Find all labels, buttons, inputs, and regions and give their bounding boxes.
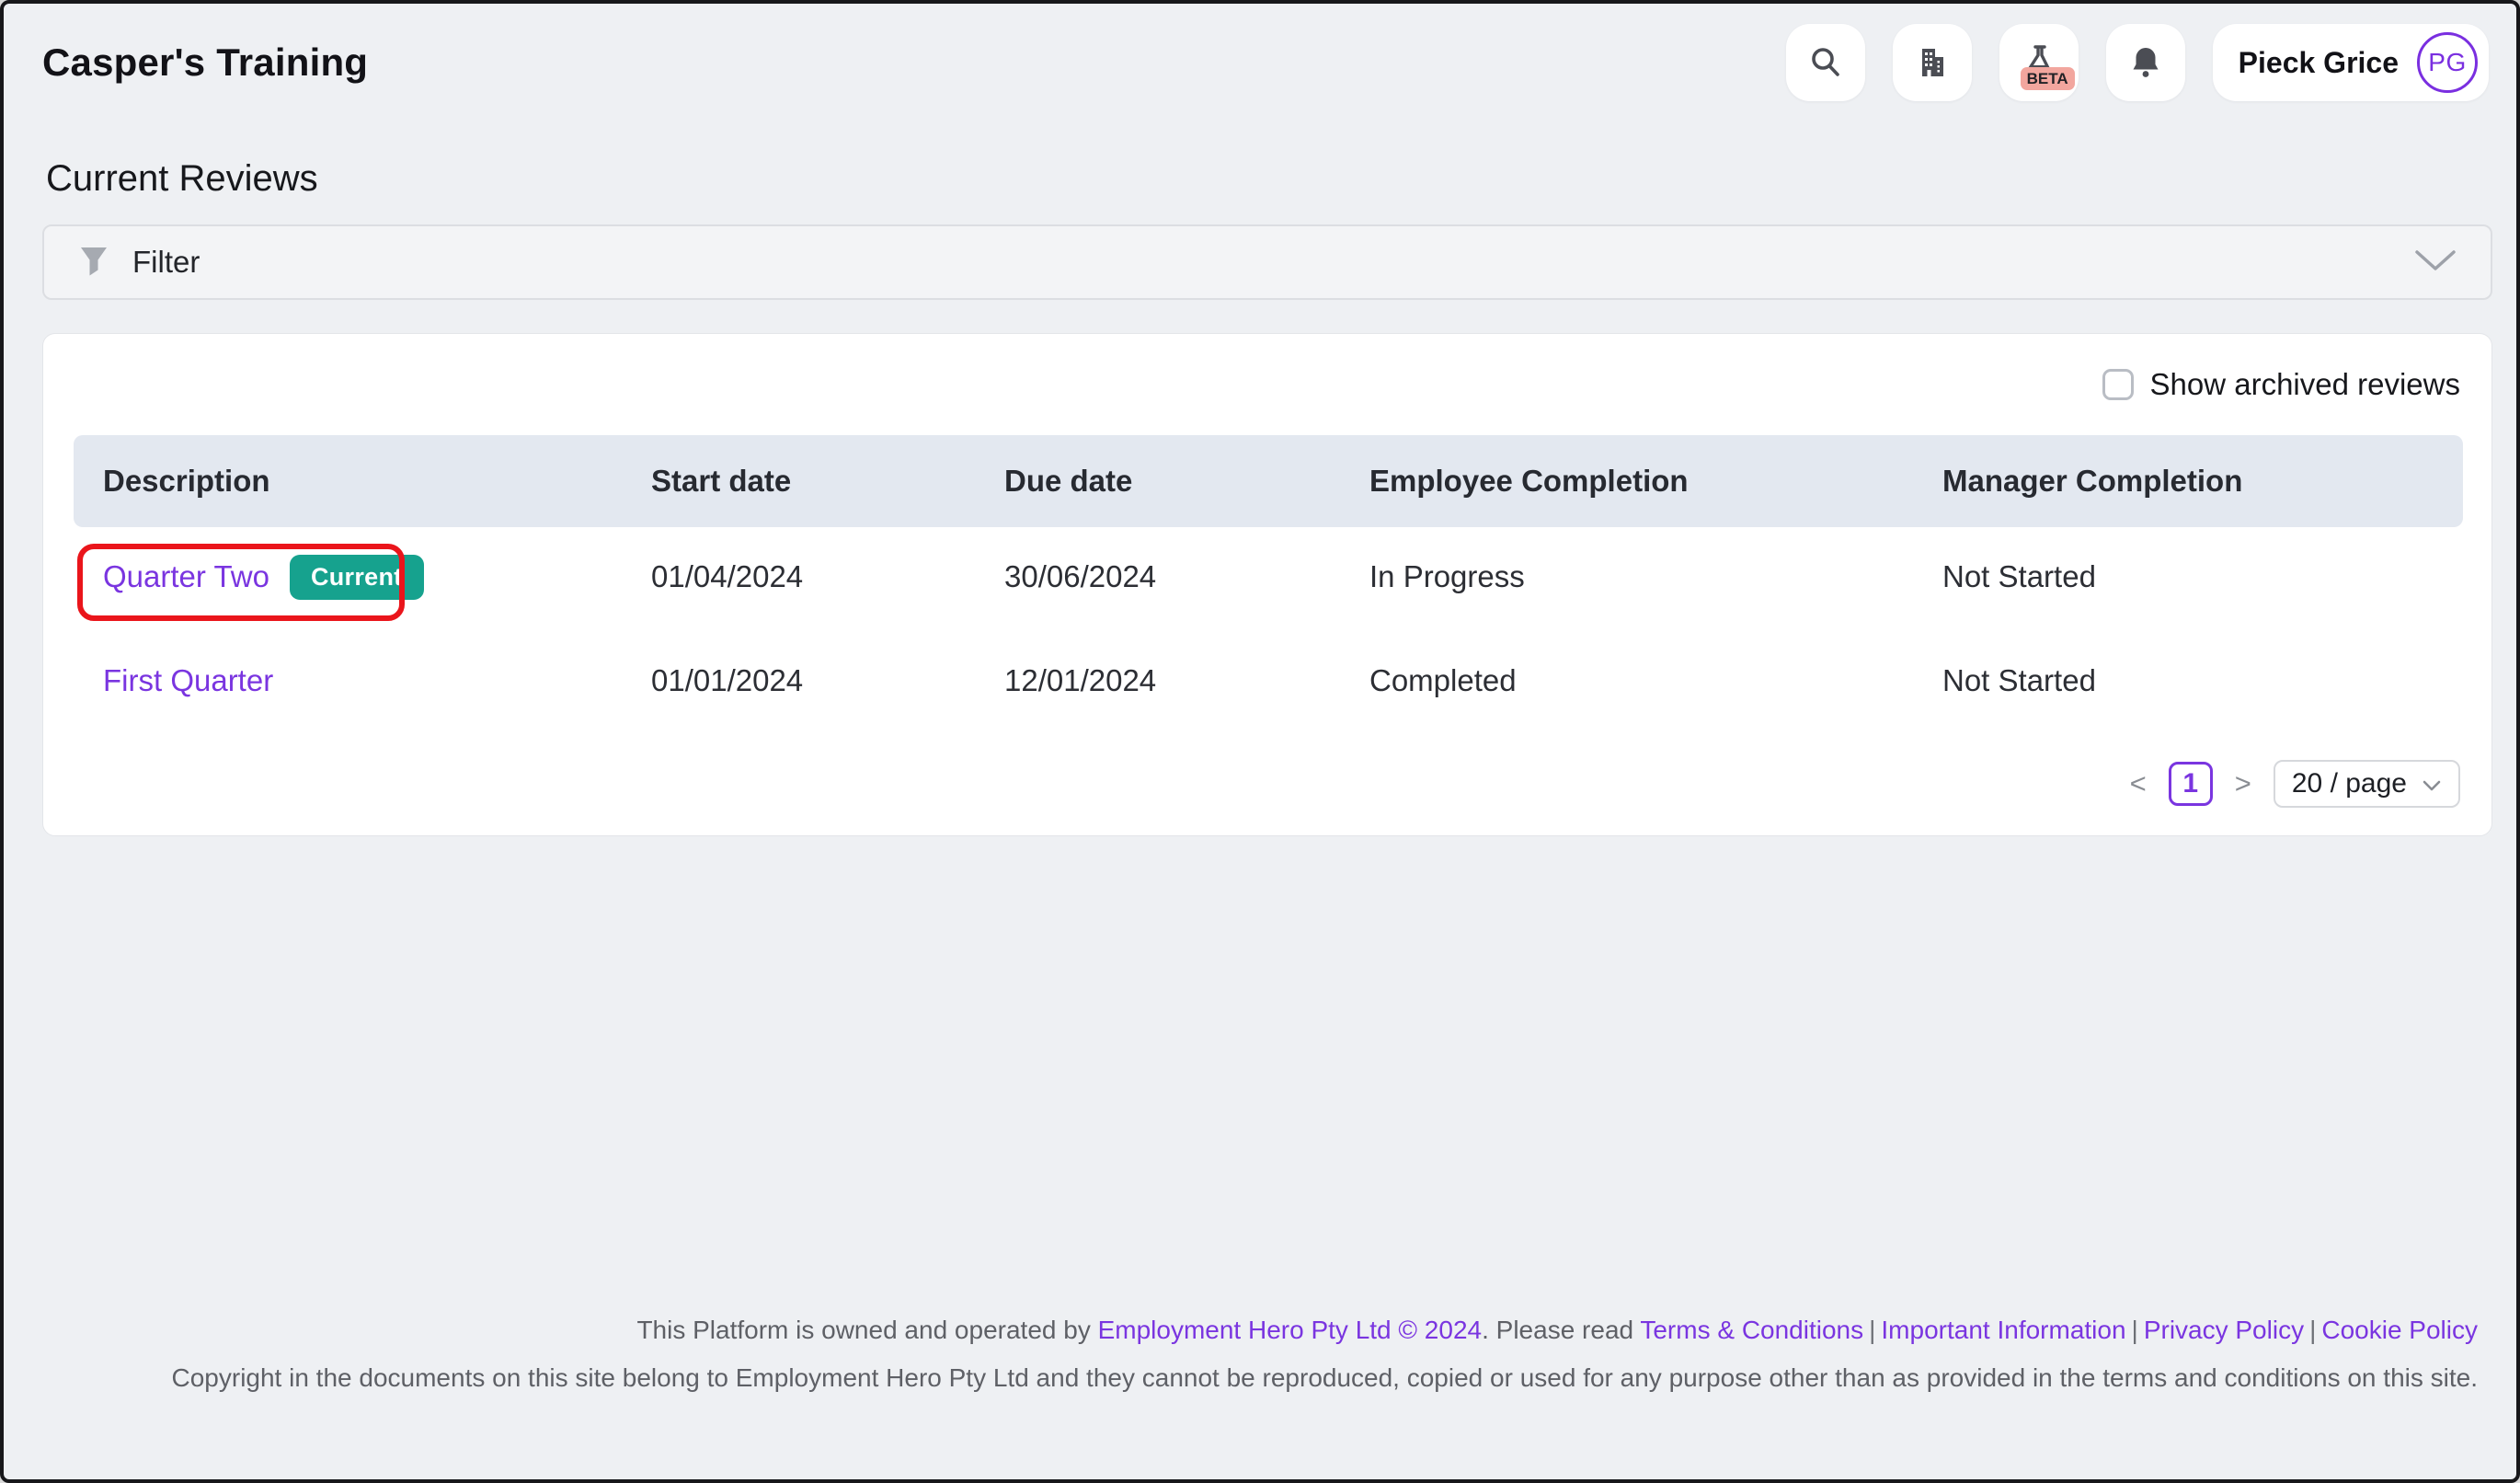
chevron-down-icon — [2422, 768, 2442, 799]
column-header-manager-completion: Manager Completion — [1942, 464, 2463, 499]
column-header-employee-completion: Employee Completion — [1369, 464, 1942, 499]
search-button[interactable] — [1786, 24, 1865, 101]
page-size-select[interactable]: 20 / page — [2274, 760, 2460, 808]
column-header-due-date: Due date — [1004, 464, 1369, 499]
employee-completion-cell: In Progress — [1369, 559, 1942, 594]
beta-badge: BETA — [2021, 67, 2075, 90]
site-footer: This Platform is owned and operated by E… — [4, 1314, 2478, 1410]
reviews-table: Description Start date Due date Employee… — [74, 435, 2463, 735]
company-building-icon — [1914, 44, 1951, 81]
show-archived-label: Show archived reviews — [2150, 367, 2460, 402]
page-size-label: 20 / page — [2292, 768, 2407, 799]
review-link[interactable]: First Quarter — [103, 663, 273, 698]
company-link[interactable]: Employment Hero Pty Ltd © 2024 — [1098, 1316, 1483, 1344]
top-bar: Casper's Training — [42, 4, 2489, 121]
reviews-card: Show archived reviews Description Start … — [42, 333, 2492, 836]
notifications-bell-icon — [2127, 44, 2164, 81]
column-header-start-date: Start date — [651, 464, 1004, 499]
company-button[interactable] — [1893, 24, 1972, 101]
avatar: PG — [2417, 32, 2478, 93]
filter-funnel-icon — [77, 244, 110, 282]
previous-page-button[interactable]: < — [2126, 767, 2150, 800]
next-page-button[interactable]: > — [2231, 767, 2255, 800]
footer-separator: | — [2126, 1316, 2144, 1344]
section-title: Current Reviews — [46, 158, 318, 200]
top-bar-actions: BETA Pieck Grice PG — [1786, 24, 2489, 101]
due-date-cell: 30/06/2024 — [1004, 559, 1369, 594]
footer-line-2: Copyright in the documents on this site … — [4, 1362, 2478, 1395]
start-date-cell: 01/04/2024 — [651, 559, 1004, 594]
employee-completion-cell: Completed — [1369, 663, 1942, 698]
table-header-row: Description Start date Due date Employee… — [74, 435, 2463, 527]
privacy-policy-link[interactable]: Privacy Policy — [2144, 1316, 2304, 1344]
description-cell: Quarter Two Current — [103, 555, 651, 600]
search-icon — [1807, 44, 1844, 81]
start-date-cell: 01/01/2024 — [651, 663, 1004, 698]
footer-text: This Platform is owned and operated by — [636, 1316, 1097, 1344]
due-date-cell: 12/01/2024 — [1004, 663, 1369, 698]
user-name: Pieck Grice — [2239, 46, 2399, 80]
user-menu[interactable]: Pieck Grice PG — [2213, 24, 2489, 101]
manager-completion-cell: Not Started — [1942, 663, 2463, 698]
important-information-link[interactable]: Important Information — [1881, 1316, 2125, 1344]
table-row: First Quarter 01/01/2024 12/01/2024 Comp… — [74, 627, 2463, 735]
description-cell: First Quarter — [103, 663, 651, 698]
table-row: Quarter Two Current 01/04/2024 30/06/202… — [74, 527, 2463, 627]
footer-separator: | — [2304, 1316, 2321, 1344]
review-link[interactable]: Quarter Two — [103, 559, 269, 594]
show-archived-row: Show archived reviews — [2102, 367, 2460, 402]
page-number-button[interactable]: 1 — [2169, 762, 2213, 806]
column-header-description: Description — [103, 464, 651, 499]
filter-bar[interactable]: Filter — [42, 224, 2492, 300]
filter-label: Filter — [132, 245, 200, 280]
page-title: Casper's Training — [42, 40, 368, 85]
pagination: < 1 > 20 / page — [2126, 760, 2460, 808]
footer-line-1: This Platform is owned and operated by E… — [4, 1314, 2478, 1347]
current-badge: Current — [290, 555, 424, 600]
footer-text: . Please read — [1482, 1316, 1640, 1344]
manager-completion-cell: Not Started — [1942, 559, 2463, 594]
chevron-down-icon — [2413, 248, 2457, 277]
cookie-policy-link[interactable]: Cookie Policy — [2321, 1316, 2478, 1344]
app-window: Casper's Training — [0, 0, 2520, 1483]
footer-separator: | — [1863, 1316, 1881, 1344]
beta-features-button[interactable]: BETA — [1999, 24, 2079, 101]
terms-link[interactable]: Terms & Conditions — [1640, 1316, 1863, 1344]
show-archived-checkbox[interactable] — [2102, 369, 2134, 400]
notifications-button[interactable] — [2106, 24, 2185, 101]
